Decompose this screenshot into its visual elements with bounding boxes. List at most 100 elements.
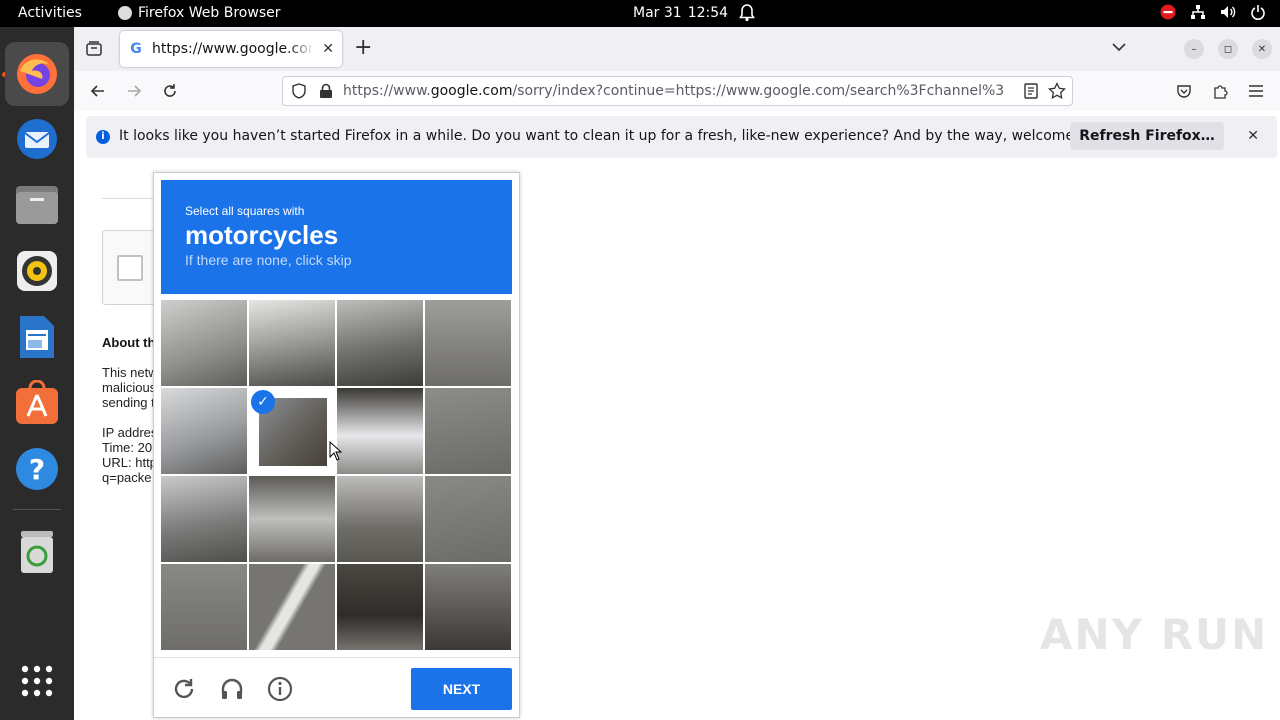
firefox-view-icon[interactable] [84,39,104,59]
tab-title: https://www.google.com/sorry/index?conti… [152,41,314,57]
next-button[interactable]: NEXT [411,668,512,710]
challenge-tile[interactable] [337,388,423,474]
tab-close-icon[interactable]: ✕ [322,41,334,57]
challenge-tile[interactable]: ✓ [249,388,335,474]
list-all-tabs-chevron-icon[interactable] [1112,40,1126,56]
extensions-icon[interactable] [1210,81,1230,101]
firefox-window: G https://www.google.com/sorry/index?con… [74,27,1280,720]
challenge-tile[interactable] [161,476,247,562]
url-bar[interactable]: https://www.google.com/sorry/index?conti… [282,76,1073,106]
activities-button[interactable]: Activities [18,5,82,21]
page-content: About th This netw malicious sending t I… [74,160,1280,720]
back-button[interactable] [88,81,108,101]
clock-time: 12:54 [687,5,729,21]
url-line: URL: http [102,455,157,470]
challenge-tile[interactable] [425,476,511,562]
url-domain: google.com [430,83,513,99]
audio-challenge-headphones-icon[interactable] [219,676,245,702]
tile-selected-check-icon: ✓ [251,390,275,414]
challenge-footer: NEXT [154,657,519,717]
pocket-icon[interactable] [1174,81,1194,101]
google-favicon-icon: G [130,41,142,57]
challenge-tile[interactable] [425,300,511,386]
tracking-protection-shield-icon[interactable] [291,83,307,103]
challenge-tile[interactable] [425,564,511,650]
challenge-tile[interactable] [249,300,335,386]
refresh-notification-bar: i It looks like you haven’t started Fire… [86,116,1277,158]
clock-date: Mar 31 [633,5,682,21]
dock-separator [13,509,61,510]
reload-challenge-icon[interactable] [171,676,197,702]
mouse-cursor-icon [329,440,343,465]
network-icon[interactable] [1190,4,1206,20]
challenge-tile[interactable] [249,476,335,562]
url-text[interactable]: https://www.google.com/sorry/index?conti… [343,83,1013,99]
files-icon[interactable] [5,173,69,237]
url-prefix: https://www. [343,83,431,99]
app-menu[interactable]: Firefox Web Browser [118,5,281,21]
challenge-tile[interactable] [161,388,247,474]
dock: ? [0,27,74,720]
forward-button[interactable] [124,81,144,101]
libreoffice-writer-icon[interactable] [5,305,69,369]
thunderbird-icon[interactable] [5,106,69,170]
clock[interactable]: Mar 31 12:54 [633,5,728,21]
bookmark-star-icon[interactable] [1048,81,1066,104]
trash-icon[interactable] [5,520,69,584]
help-icon[interactable]: ? [5,437,69,501]
challenge-header: Select all squares with motorcycles If t… [161,180,512,294]
tab-google[interactable]: G https://www.google.com/sorry/index?con… [120,31,342,67]
firefox-icon[interactable] [5,42,69,106]
reader-view-icon[interactable] [1024,83,1038,103]
info-paragraph: This netw malicious sending t [102,365,158,410]
challenge-tile[interactable] [161,564,247,650]
info-icon: i [96,130,110,144]
challenge-tile[interactable] [425,388,511,474]
refresh-firefox-button[interactable]: Refresh Firefox… [1070,122,1224,150]
url-path: /sorry/index?continue=https://www.google… [512,83,1005,99]
do-not-disturb-icon[interactable] [1160,4,1176,20]
firefox-small-icon [118,6,132,20]
challenge-tile[interactable] [337,564,423,650]
system-top-bar: Activities Firefox Web Browser Mar 31 12… [0,0,1280,27]
time-line: Time: 20 [102,440,153,455]
challenge-tile[interactable] [161,300,247,386]
ip-address-line: IP addres [102,425,158,440]
show-apps-icon[interactable] [5,649,69,713]
tab-bar: G https://www.google.com/sorry/index?con… [74,27,1280,71]
challenge-instruction: Select all squares with [185,204,305,218]
power-icon[interactable] [1250,4,1266,20]
challenge-hint: If there are none, click skip [185,252,352,268]
notification-message: It looks like you haven’t started Firefo… [119,128,1118,144]
minimize-button[interactable]: – [1184,39,1204,59]
app-name: Firefox Web Browser [138,5,281,21]
info-line: This netw [102,365,158,380]
rhythmbox-icon[interactable] [5,239,69,303]
details-paragraph: IP addres Time: 20 URL: http q=packe [102,425,157,485]
challenge-tile[interactable] [337,300,423,386]
query-line: q=packe [102,470,152,485]
challenge-target: motorcycles [185,220,339,250]
maximize-button[interactable]: ◻ [1218,39,1238,59]
reload-button[interactable] [160,81,180,101]
menu-hamburger-icon[interactable] [1246,81,1266,101]
lock-icon[interactable] [319,83,333,103]
recaptcha-checkbox[interactable] [117,255,143,281]
close-window-button[interactable]: ✕ [1252,39,1272,59]
challenge-image-grid: ✓ [161,300,512,651]
anyrun-watermark: ANY RUN [1040,610,1269,659]
svg-text:?: ? [29,453,45,486]
info-line: malicious [102,380,157,395]
about-heading: About th [102,335,156,350]
challenge-tile[interactable] [337,476,423,562]
app-center-icon[interactable] [5,371,69,435]
help-info-icon[interactable] [267,676,293,702]
notification-close-icon[interactable]: ✕ [1247,128,1259,144]
system-tray[interactable] [1160,4,1266,20]
info-line: sending t [102,395,155,410]
notification-bell-icon[interactable] [739,4,755,22]
new-tab-button[interactable]: + [354,37,372,59]
volume-icon[interactable] [1220,4,1236,20]
navigation-toolbar: https://www.google.com/sorry/index?conti… [74,71,1280,111]
challenge-tile[interactable] [249,564,335,650]
